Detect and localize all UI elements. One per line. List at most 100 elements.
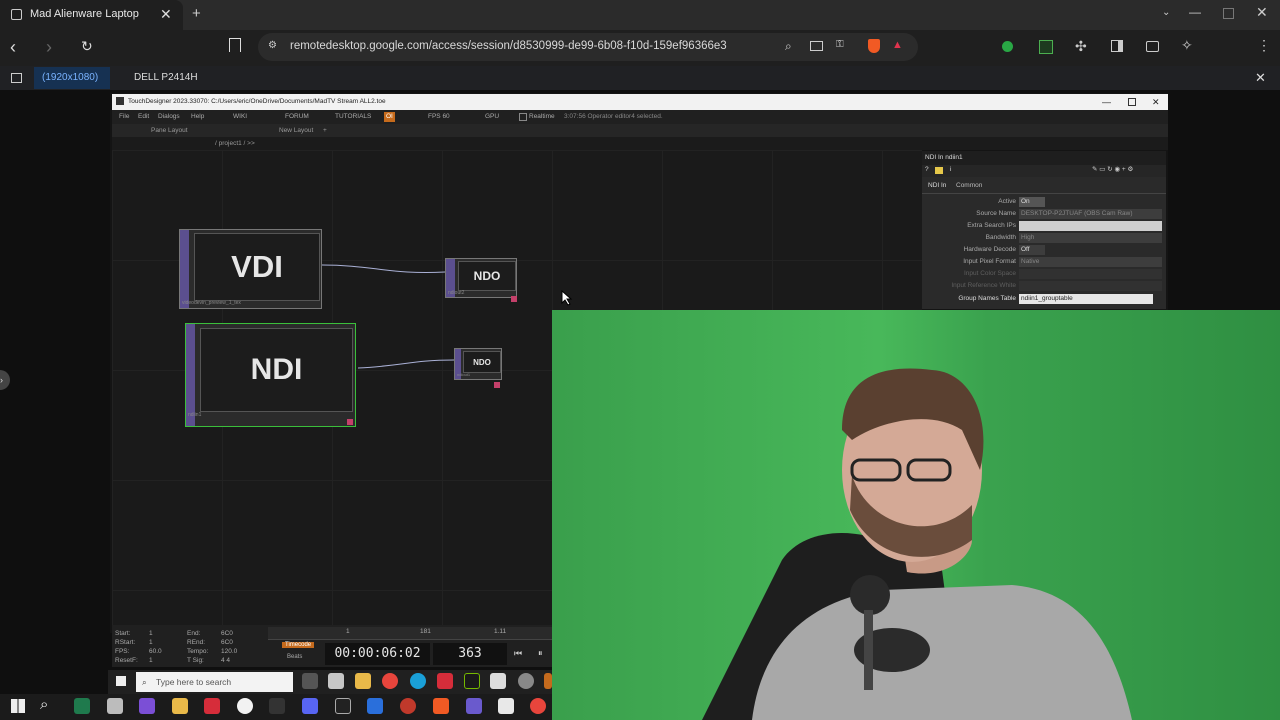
extension-green-icon[interactable] [1002,41,1013,52]
app-red-icon[interactable] [437,673,453,689]
help-icon[interactable]: ? [925,166,929,173]
gpu-button[interactable]: GPU [485,110,499,124]
lock-icon[interactable] [935,167,943,174]
folder-icon[interactable] [355,673,371,689]
tab-search-icon[interactable]: ⌄ [1162,7,1170,18]
new-layout-label[interactable]: New Layout [279,124,313,137]
param-value-hw-decode[interactable]: Off [1019,245,1045,255]
settings-gear-icon[interactable] [518,673,534,689]
display-tab-2[interactable]: DELL P2414H [122,67,198,89]
fullscreen-icon[interactable] [11,73,22,83]
beats-toggle[interactable]: Beats [287,654,302,660]
extensions-icon[interactable]: ✣ [1075,38,1087,55]
timecode-display[interactable]: 00:00:06:02 [325,643,430,665]
host-app-1-icon[interactable] [74,698,90,714]
menu-dialogs[interactable]: Dialogs [158,110,180,124]
host-folder-icon[interactable] [172,698,188,714]
info-icon[interactable]: i [950,166,951,173]
td-maximize-icon[interactable] [1128,98,1136,106]
brave-shield-icon[interactable] [868,39,880,53]
chrome-icon[interactable] [382,673,398,689]
pause-icon[interactable]: ⏸ [538,648,543,659]
sidebar-icon[interactable] [1111,40,1123,52]
tb-reset-value[interactable]: 1 [149,657,153,664]
host-app-3-icon[interactable] [139,698,155,714]
tb-start-value[interactable]: 1 [149,630,153,637]
realtime-checkbox[interactable] [519,113,527,121]
forum-button[interactable]: FORUM [285,110,309,124]
host-app-6-icon[interactable] [269,698,285,714]
bookmark-icon[interactable] [229,38,241,52]
display-tab-1[interactable]: (1920x1080) [34,67,110,89]
ndo-node-bottom[interactable]: NDO ndiout1 [454,348,502,388]
new-tab-icon[interactable]: + [192,5,201,22]
param-value-color-space[interactable] [1019,269,1162,279]
menu-help[interactable]: Help [191,110,204,124]
wiki-button[interactable]: WIKI [233,110,247,124]
zoom-icon[interactable]: ⌕ [785,39,792,54]
forward-icon[interactable]: › [46,37,52,58]
tb-end-value[interactable]: 6C0 [221,630,233,637]
cast-icon[interactable] [810,41,823,51]
nvidia-icon[interactable] [464,673,480,689]
extension-box-icon[interactable] [1039,40,1053,54]
tab-ndi-in[interactable]: NDI In [928,182,946,189]
host-chrome-icon[interactable] [530,698,546,714]
param-value-bandwidth[interactable]: High [1019,233,1162,243]
password-icon[interactable]: ⚿ [836,39,844,50]
param-value-active[interactable]: On [1019,197,1045,207]
ndo-node-top[interactable]: NDO ndiout2 [445,258,517,302]
param-value-group-table[interactable]: ndiin1_grouptable [1019,294,1153,304]
tb-tsig-value[interactable]: 4 4 [221,657,230,664]
menu-file[interactable]: File [119,110,129,124]
param-value-pixel-format[interactable]: Native [1019,257,1162,267]
brave-rewards-icon[interactable]: ▲ [892,39,903,51]
task-view-icon[interactable] [302,673,318,689]
menu-edit[interactable]: Edit [138,110,149,124]
browser-tab[interactable]: Mad Alienware Laptop ✕ [0,0,183,30]
minimize-icon[interactable]: — [1189,5,1201,19]
param-value-extra-ips[interactable] [1019,221,1162,231]
td-close-icon[interactable]: ✕ [1152,94,1160,110]
host-app-2-icon[interactable] [107,698,123,714]
site-info-icon[interactable]: ⚙ [268,40,277,51]
pane-layout-label[interactable]: Pane Layout [151,124,188,137]
param-value-source[interactable]: DESKTOP-P2JTUAF (OBS Cam Raw) [1019,209,1162,219]
host-app-11-icon[interactable] [466,698,482,714]
close-window-icon[interactable]: ✕ [1256,4,1268,21]
timecode-toggle[interactable]: Timecode [282,642,315,648]
tb-ruler[interactable]: 1 181 1.11 [268,627,552,640]
edge-icon[interactable] [410,673,426,689]
host-app-8-icon[interactable] [335,698,351,714]
frame-display[interactable]: 363 [433,643,507,665]
host-app-7-icon[interactable] [302,698,318,714]
param-tools-icon[interactable]: ✎ ▭ ↻ ◉ + ⚙ [1092,165,1133,173]
ndi-node[interactable]: NDI ndiin1 [185,323,356,427]
tb-fps-value[interactable]: 60.0 [149,648,162,655]
leo-ai-icon[interactable]: ✧ [1181,37,1193,54]
host-app-10-icon[interactable] [400,698,416,714]
network-path[interactable]: / project1 / >> [215,137,255,150]
host-app-9-icon[interactable] [367,698,383,714]
app-hex-icon[interactable] [490,673,506,689]
tutorials-button[interactable]: TUTORIALS [335,110,371,124]
explorer-icon[interactable] [328,673,344,689]
host-brave-icon[interactable] [433,698,449,714]
windows-start-icon[interactable] [11,699,25,713]
app-orange-icon[interactable] [544,673,552,689]
remote-search-box[interactable]: ⌕ Type here to search [136,672,293,692]
add-layout-icon[interactable]: + [323,124,327,137]
host-app-4-icon[interactable] [204,698,220,714]
tab-common[interactable]: Common [956,182,982,189]
tb-rend-value[interactable]: 6C0 [221,639,233,646]
close-tab-icon[interactable]: ✕ [160,6,172,23]
param-header-title[interactable]: NDI In ndiin1 [925,154,963,161]
td-minimize-icon[interactable]: — [1102,94,1111,110]
back-icon[interactable]: ‹ [10,37,16,58]
wallet-icon[interactable] [1146,41,1159,52]
rewind-icon[interactable]: ⏮ [514,648,522,659]
host-search-icon[interactable]: ⌕ [40,696,48,713]
close-session-icon[interactable]: ✕ [1255,70,1266,86]
remote-start-icon[interactable] [116,676,126,686]
reload-icon[interactable]: ↻ [81,38,93,55]
